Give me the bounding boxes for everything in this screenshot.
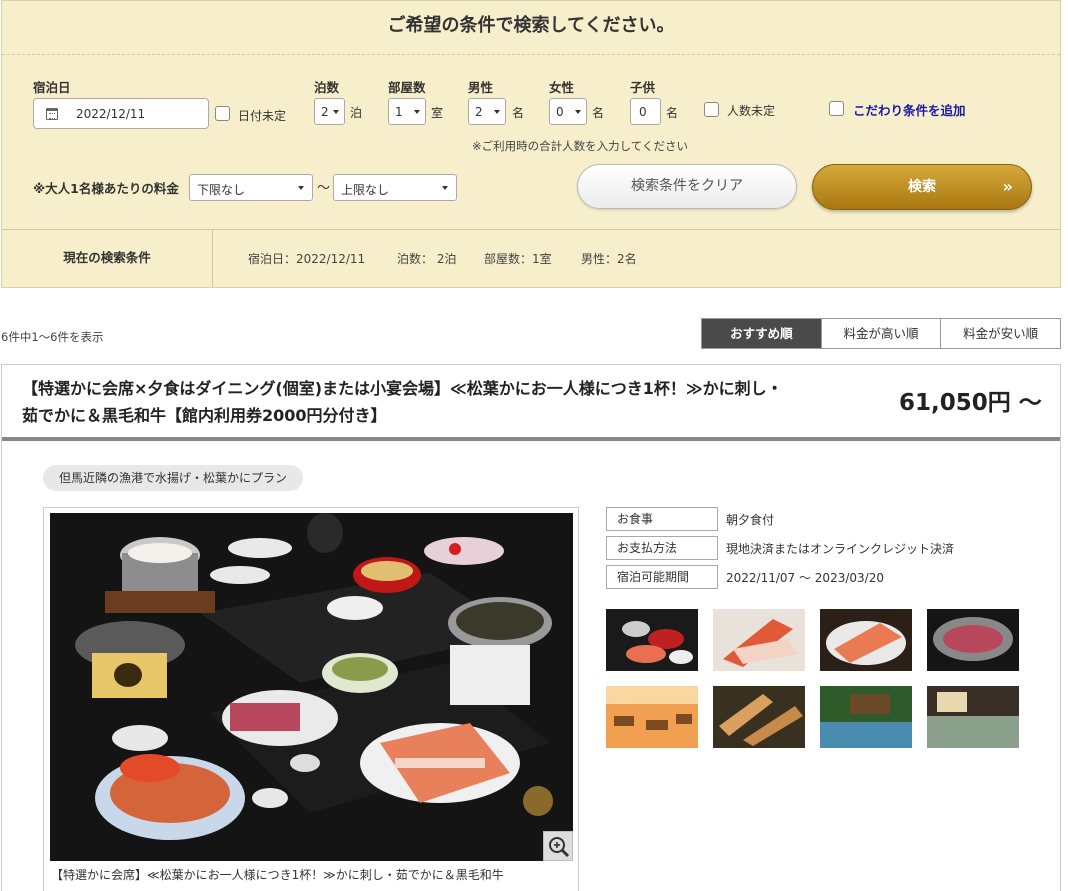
- chevron-right-icon: »: [1002, 177, 1013, 196]
- sort-tab-recommended[interactable]: おすすめ順: [702, 319, 821, 348]
- search-button[interactable]: 検索 »: [812, 164, 1032, 210]
- result-count: 6件中1〜6件を表示: [1, 330, 104, 344]
- dropdown-arrow-icon: [298, 186, 304, 190]
- dropdown-arrow-icon: [333, 110, 339, 114]
- dropdown-arrow-icon: [414, 110, 420, 114]
- kaiseki-meal-photo: [50, 513, 573, 861]
- sort-tab-price-low[interactable]: 料金が安い順: [940, 319, 1061, 348]
- child-label: 子供: [630, 80, 656, 95]
- info-value: 現地決済またはオンラインクレジット決済: [726, 542, 955, 556]
- rooms-label: 部屋数: [388, 80, 426, 95]
- thumbnail-crab-legs[interactable]: [713, 609, 805, 671]
- price-max-select[interactable]: 上限なし: [333, 174, 457, 201]
- male-select[interactable]: 2: [468, 98, 506, 125]
- current-conditions-row: 現在の検索条件 宿泊日：2022/12/11 泊数： 2泊 部屋数：1室 男性：…: [2, 229, 1060, 288]
- search-panel: ご希望の条件で検索してください。 宿泊日 2022/12/11 日付未定 泊数 …: [1, 0, 1061, 288]
- zoom-in-button[interactable]: [543, 831, 573, 861]
- child-input[interactable]: 0: [630, 98, 661, 125]
- rooms-value: 1: [395, 105, 403, 119]
- plan-title-line1: 【特選かに会席×夕食はダイニング(個室)または小宴会場】≪松葉かにお一人様につき…: [22, 379, 783, 398]
- price-range-tilde: 〜: [317, 181, 331, 196]
- thumbnail-image: [713, 609, 805, 671]
- people-undecided-checkbox[interactable]: [704, 102, 719, 117]
- price-min-select[interactable]: 下限なし: [189, 174, 313, 201]
- plan-title-line2: 茹でかに＆黒毛和牛【館内利用券2000円分付き】: [22, 406, 387, 425]
- nights-value: 2: [321, 105, 329, 119]
- plan-divider: [2, 437, 1060, 441]
- nights-select[interactable]: 2: [314, 98, 345, 125]
- female-select[interactable]: 0: [549, 98, 587, 125]
- current-conditions-label: 現在の検索条件: [2, 230, 213, 288]
- sort-tabs: おすすめ順 料金が高い順 料金が安い順: [701, 318, 1061, 349]
- plan-photo[interactable]: [50, 513, 573, 861]
- thumbnail-crab-sashimi[interactable]: [820, 609, 912, 671]
- plan-photo-frame: 【特選かに会席】≪松葉かにお一人様につき1杯！≫かに刺し・茹でかに＆黒毛和牛: [43, 507, 579, 891]
- male-value: 2: [475, 105, 483, 119]
- add-condition-checkbox[interactable]: [829, 101, 844, 116]
- plan-card: 【特選かに会席×夕食はダイニング(個室)または小宴会場】≪松葉かにお一人様につき…: [1, 364, 1061, 891]
- thumbnail-image: [820, 609, 912, 671]
- child-unit: 名: [666, 106, 679, 120]
- checkin-date-input[interactable]: 2022/12/11: [33, 98, 209, 129]
- price-min-value: 下限なし: [197, 183, 246, 197]
- add-condition-link[interactable]: こだわり条件を追加: [853, 100, 966, 119]
- thumbnail-wagyu[interactable]: [927, 609, 1019, 671]
- rooms-select[interactable]: 1: [388, 98, 426, 125]
- people-undecided-label: 人数未定: [727, 104, 776, 118]
- thumbnail-image: [713, 686, 805, 748]
- thumbnail-restaurant[interactable]: [606, 686, 698, 748]
- people-note: ※ご利用時の合計人数を入力してください: [472, 139, 688, 153]
- thumbnail-image: [606, 609, 698, 671]
- current-condition-item: 男性：2名: [581, 252, 637, 266]
- info-key: お支払方法: [606, 536, 718, 560]
- thumbnail-grilled-crab[interactable]: [713, 686, 805, 748]
- male-label: 男性: [468, 80, 494, 95]
- plan-price: 61,050円 〜: [899, 390, 1042, 416]
- thumbnail-image: [927, 609, 1019, 671]
- info-key: お食事: [606, 507, 718, 531]
- dropdown-arrow-icon: [442, 186, 448, 190]
- rooms-unit: 室: [431, 106, 444, 120]
- female-unit: 名: [592, 106, 605, 120]
- dropdown-arrow-icon: [575, 110, 581, 114]
- checkin-date-value: 2022/12/11: [76, 107, 146, 121]
- thumbnail-indoor-bath[interactable]: [927, 686, 1019, 748]
- male-unit: 名: [512, 106, 525, 120]
- plan-tag: 但馬近隣の漁港で水揚げ・松葉かにプラン: [43, 465, 304, 491]
- info-value: 朝夕食付: [726, 513, 775, 527]
- female-label: 女性: [549, 80, 575, 95]
- info-key: 宿泊可能期間: [606, 565, 718, 589]
- checkin-label: 宿泊日: [33, 80, 71, 95]
- search-title: ご希望の条件で検索してください。: [2, 1, 1060, 55]
- price-label: ※大人1名様あたりの料金: [33, 181, 179, 196]
- child-value: 0: [639, 105, 647, 119]
- thumbnail-image: [606, 686, 698, 748]
- date-undecided-label: 日付未定: [238, 109, 287, 123]
- thumbnail-kaiseki[interactable]: [606, 609, 698, 671]
- thumbnail-image: [927, 686, 1019, 748]
- info-value: 2022/11/07 〜 2023/03/20: [726, 571, 884, 585]
- dropdown-arrow-icon: [494, 110, 500, 114]
- current-condition-item: 宿泊日：2022/12/11: [248, 252, 366, 266]
- thumbnail-outdoor-bath[interactable]: [820, 686, 912, 748]
- price-max-value: 上限なし: [341, 183, 390, 197]
- nights-unit: 泊: [350, 106, 363, 120]
- sort-tab-price-high[interactable]: 料金が高い順: [820, 319, 941, 348]
- search-button-label: 検索: [908, 179, 936, 195]
- zoom-in-icon: [549, 837, 570, 858]
- thumbnail-image: [820, 686, 912, 748]
- current-condition-item: 部屋数：1室: [484, 252, 552, 266]
- plan-title[interactable]: 【特選かに会席×夕食はダイニング(個室)または小宴会場】≪松葉かにお一人様につき…: [22, 375, 892, 429]
- nights-label: 泊数: [314, 80, 340, 95]
- date-undecided-checkbox[interactable]: [215, 106, 230, 121]
- photo-caption: 【特選かに会席】≪松葉かにお一人様につき1杯！≫かに刺し・茹でかに＆黒毛和牛: [51, 868, 504, 882]
- clear-conditions-button[interactable]: 検索条件をクリア: [577, 164, 797, 209]
- calendar-icon: [46, 108, 58, 120]
- female-value: 0: [556, 105, 564, 119]
- current-condition-item: 泊数： 2泊: [397, 252, 457, 266]
